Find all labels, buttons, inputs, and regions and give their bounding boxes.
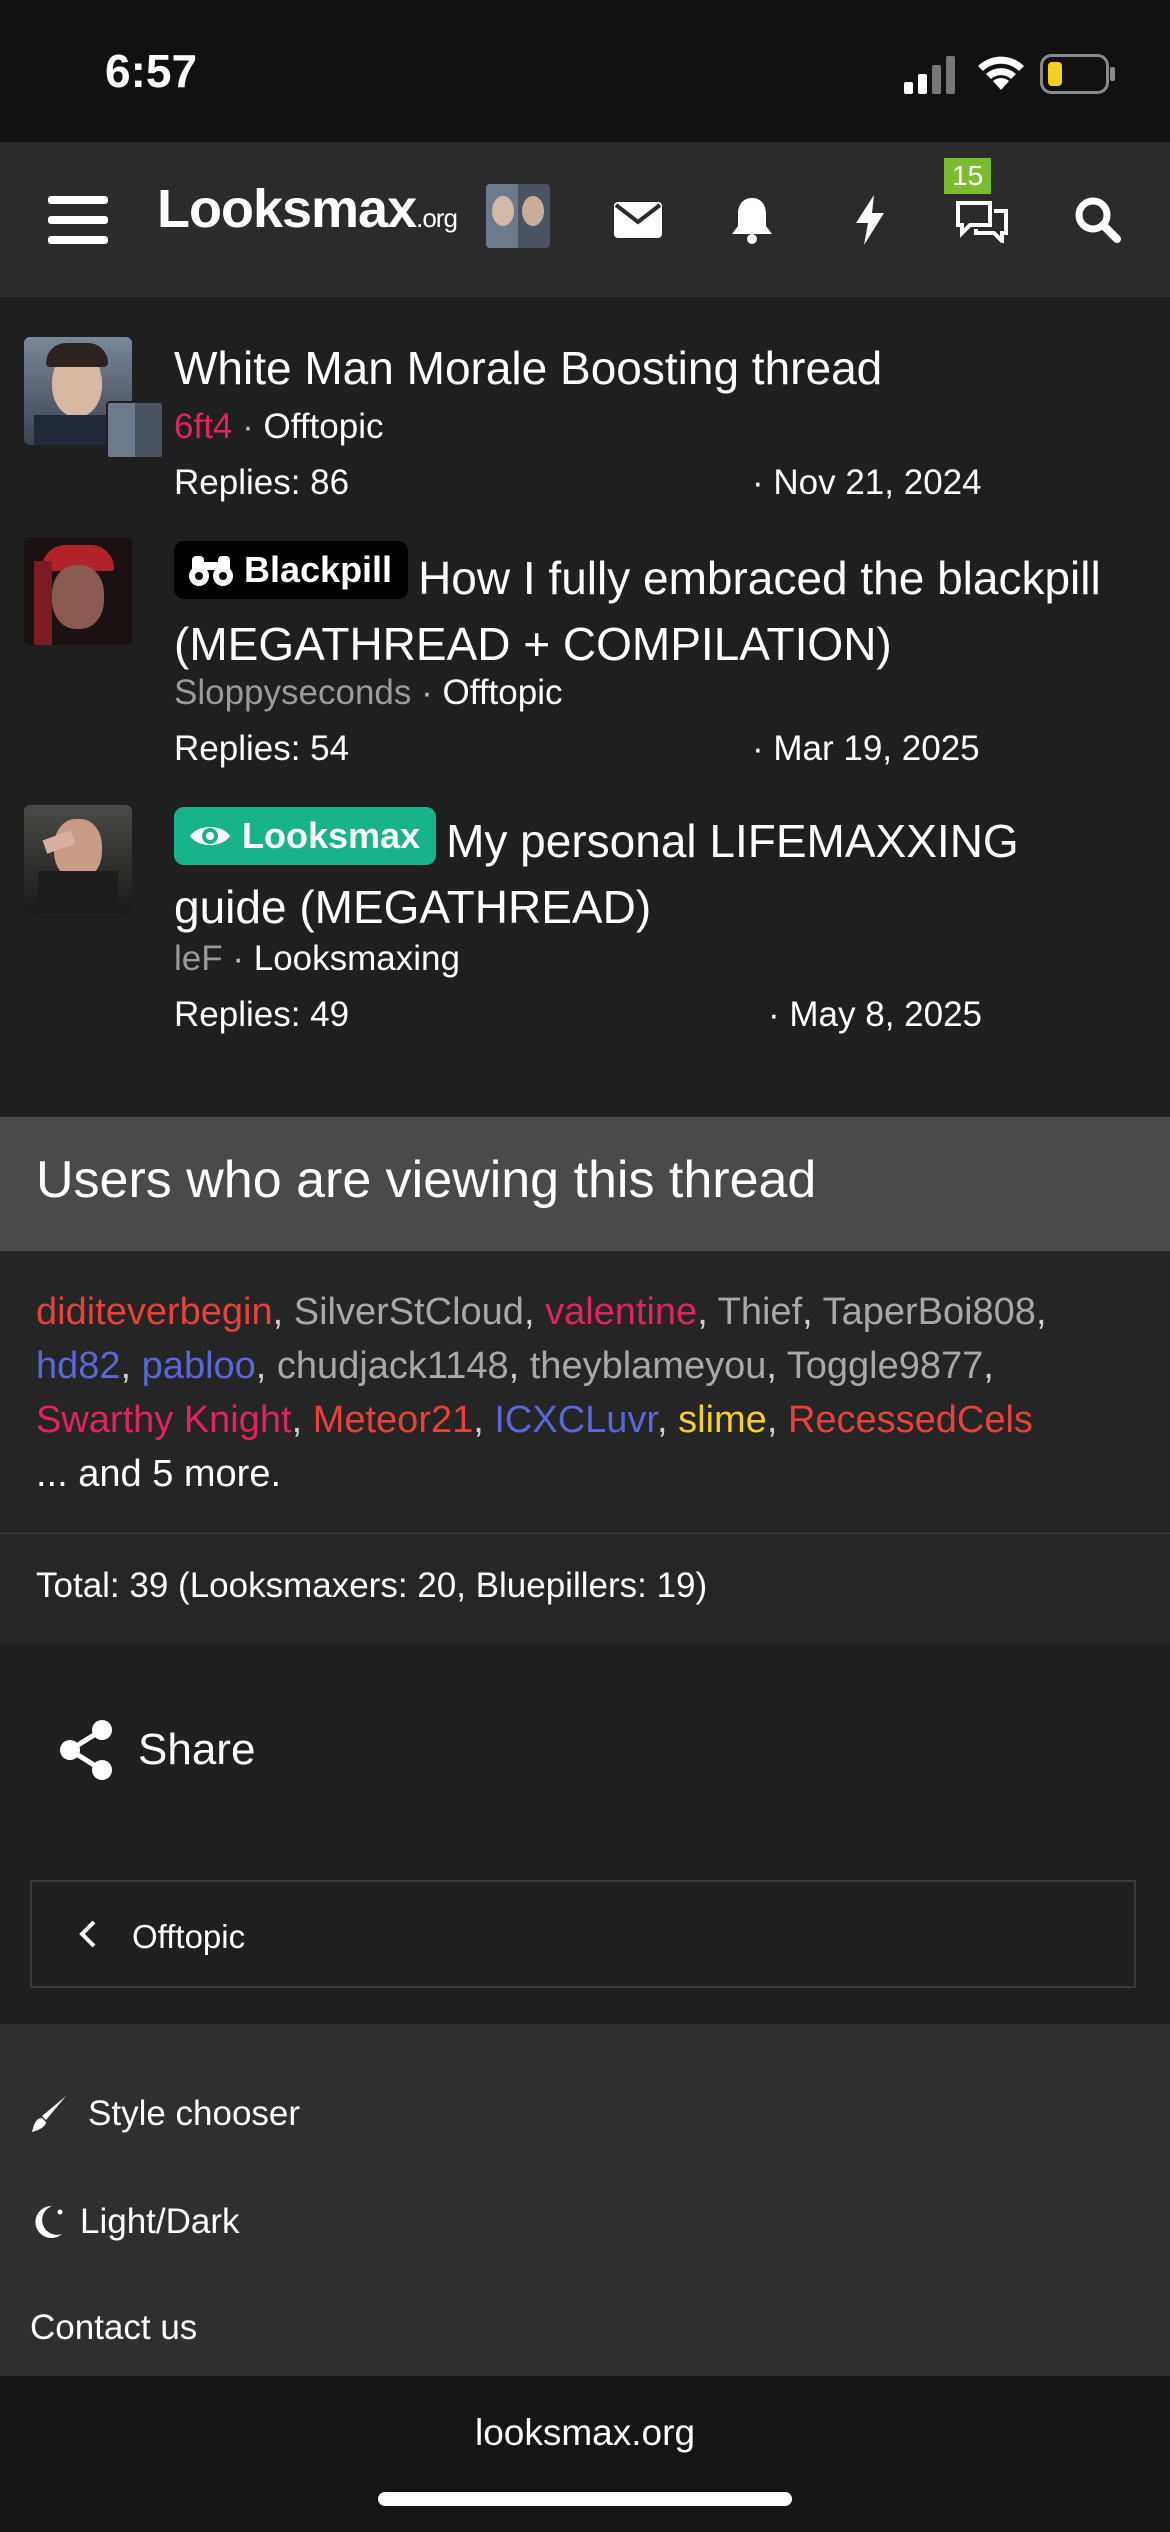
share-button[interactable]: Share	[56, 1718, 255, 1782]
style-chooser-label: Style chooser	[88, 2094, 301, 2133]
viewer-username[interactable]: Toggle9877	[787, 1345, 984, 1387]
thread-meta: Sloppyseconds · Offtopic	[174, 673, 563, 712]
viewer-username[interactable]: TaperBoi808	[823, 1291, 1036, 1333]
thread-meta: leF · Looksmaxing	[174, 939, 460, 978]
viewer-username[interactable]: theyblameyou	[530, 1345, 767, 1387]
thread-title[interactable]: White Man Morale Boosting thread	[174, 335, 1114, 401]
thread-date[interactable]: · Mar 19, 2025	[752, 729, 980, 769]
browser-bottom-bar	[0, 2376, 1170, 2532]
light-dark-toggle[interactable]: Light/Dark	[30, 2202, 240, 2242]
logo-suffix: .org	[416, 203, 458, 233]
viewer-more: ... and 5 more.	[36, 1453, 282, 1495]
thread-replies: Replies: 49	[174, 995, 350, 1034]
thread-meta: 6ft4 · Offtopic	[174, 407, 384, 446]
thread-forum[interactable]: Offtopic	[264, 407, 384, 446]
top-navbar: Looksmax.org 15	[0, 142, 1170, 297]
viewer-username[interactable]: chudjack1148	[277, 1345, 509, 1387]
cellular-signal-icon	[904, 56, 955, 94]
prefix-label-blackpill[interactable]: Blackpill	[174, 541, 409, 599]
thread-item[interactable]: Looksmax My personal LIFEMAXXING guide (…	[0, 777, 1170, 1077]
viewer-username[interactable]: hd82	[36, 1345, 121, 1387]
paintbrush-icon	[32, 2096, 66, 2132]
logo-text: Looksmax	[157, 179, 417, 239]
thread-forum[interactable]: Offtopic	[443, 673, 563, 712]
thread-item[interactable]: White Man Morale Boosting thread 6ft4 · …	[0, 297, 1170, 507]
site-logo[interactable]: Looksmax.org	[157, 178, 458, 240]
eye-icon	[190, 827, 230, 845]
chat-badge: 15	[944, 158, 992, 194]
thread-title-block[interactable]: Looksmax My personal LIFEMAXXING guide (…	[174, 807, 1114, 940]
thread-avatar[interactable]	[24, 537, 132, 645]
bell-icon[interactable]	[720, 188, 784, 252]
thread-author[interactable]: 6ft4	[174, 407, 232, 446]
style-chooser-link[interactable]: Style chooser	[30, 2094, 300, 2134]
viewer-username[interactable]: Swarthy Knight	[36, 1399, 292, 1441]
breadcrumb-label[interactable]: Offtopic	[132, 1918, 245, 1956]
share-icon	[60, 1720, 112, 1780]
share-label: Share	[138, 1725, 256, 1774]
viewing-title: Users who are viewing this thread	[36, 1151, 817, 1209]
user-avatar[interactable]	[486, 184, 550, 248]
viewer-username[interactable]: RecessedCels	[788, 1399, 1033, 1441]
breadcrumb[interactable]: Offtopic	[30, 1880, 1136, 1988]
search-icon[interactable]	[1066, 188, 1130, 252]
battery-icon	[1040, 54, 1115, 94]
menu-icon[interactable]	[46, 188, 110, 252]
viewer-username[interactable]: SilverStCloud	[294, 1291, 524, 1333]
thread-title-block[interactable]: Blackpill How I fully embraced the black…	[174, 541, 1114, 677]
prefix-text: Looksmax	[242, 815, 421, 856]
light-dark-label: Light/Dark	[80, 2202, 240, 2241]
thread-avatar[interactable]	[24, 805, 132, 913]
wifi-icon	[978, 56, 1024, 90]
viewer-list: diditeverbegin, SilverStCloud, valentine…	[36, 1291, 1047, 1495]
viewer-username[interactable]: diditeverbegin	[36, 1291, 273, 1333]
thread-item[interactable]: Blackpill How I fully embraced the black…	[0, 507, 1170, 777]
binoculars-icon	[189, 556, 233, 586]
contact-us-link[interactable]: Contact us	[30, 2308, 197, 2348]
viewer-username[interactable]: pabloo	[142, 1345, 256, 1387]
viewer-username[interactable]: Meteor21	[313, 1399, 474, 1441]
viewer-username[interactable]: slime	[678, 1399, 767, 1441]
contact-us-label: Contact us	[30, 2308, 198, 2347]
url-domain[interactable]: looksmax.org	[0, 2412, 1170, 2454]
chevron-left-icon	[79, 1920, 96, 1948]
prefix-label-looksmax[interactable]: Looksmax	[174, 807, 437, 865]
thread-date[interactable]: · Nov 21, 2024	[752, 463, 982, 503]
thread-forum[interactable]: Looksmaxing	[254, 939, 460, 978]
viewer-username[interactable]: valentine	[545, 1291, 697, 1333]
viewing-total: Total: 39 (Looksmaxers: 20, Bluepillers:…	[36, 1566, 708, 1605]
prefix-text: Blackpill	[244, 549, 393, 590]
mail-icon[interactable]	[606, 188, 670, 252]
footer: Style chooser Light/Dark Contact us	[0, 2024, 1170, 2376]
viewer-username[interactable]: ICXCLuvr	[494, 1399, 657, 1441]
thread-replies: Replies: 86	[174, 463, 350, 502]
viewer-username[interactable]: Thief	[718, 1291, 802, 1333]
status-bar: 6:57	[0, 0, 1170, 142]
home-indicator[interactable]	[378, 2492, 792, 2506]
chat-icon[interactable]: 15	[944, 158, 1014, 252]
moon-icon	[35, 2205, 63, 2238]
thread-replies: Replies: 54	[174, 729, 350, 768]
thread-author[interactable]: leF	[174, 939, 223, 978]
status-time: 6:57	[105, 45, 198, 97]
last-poster-avatar[interactable]	[106, 401, 164, 459]
lightning-icon[interactable]	[838, 188, 902, 252]
thread-date[interactable]: · May 8, 2025	[768, 995, 982, 1035]
thread-author[interactable]: Sloppyseconds	[174, 673, 411, 712]
